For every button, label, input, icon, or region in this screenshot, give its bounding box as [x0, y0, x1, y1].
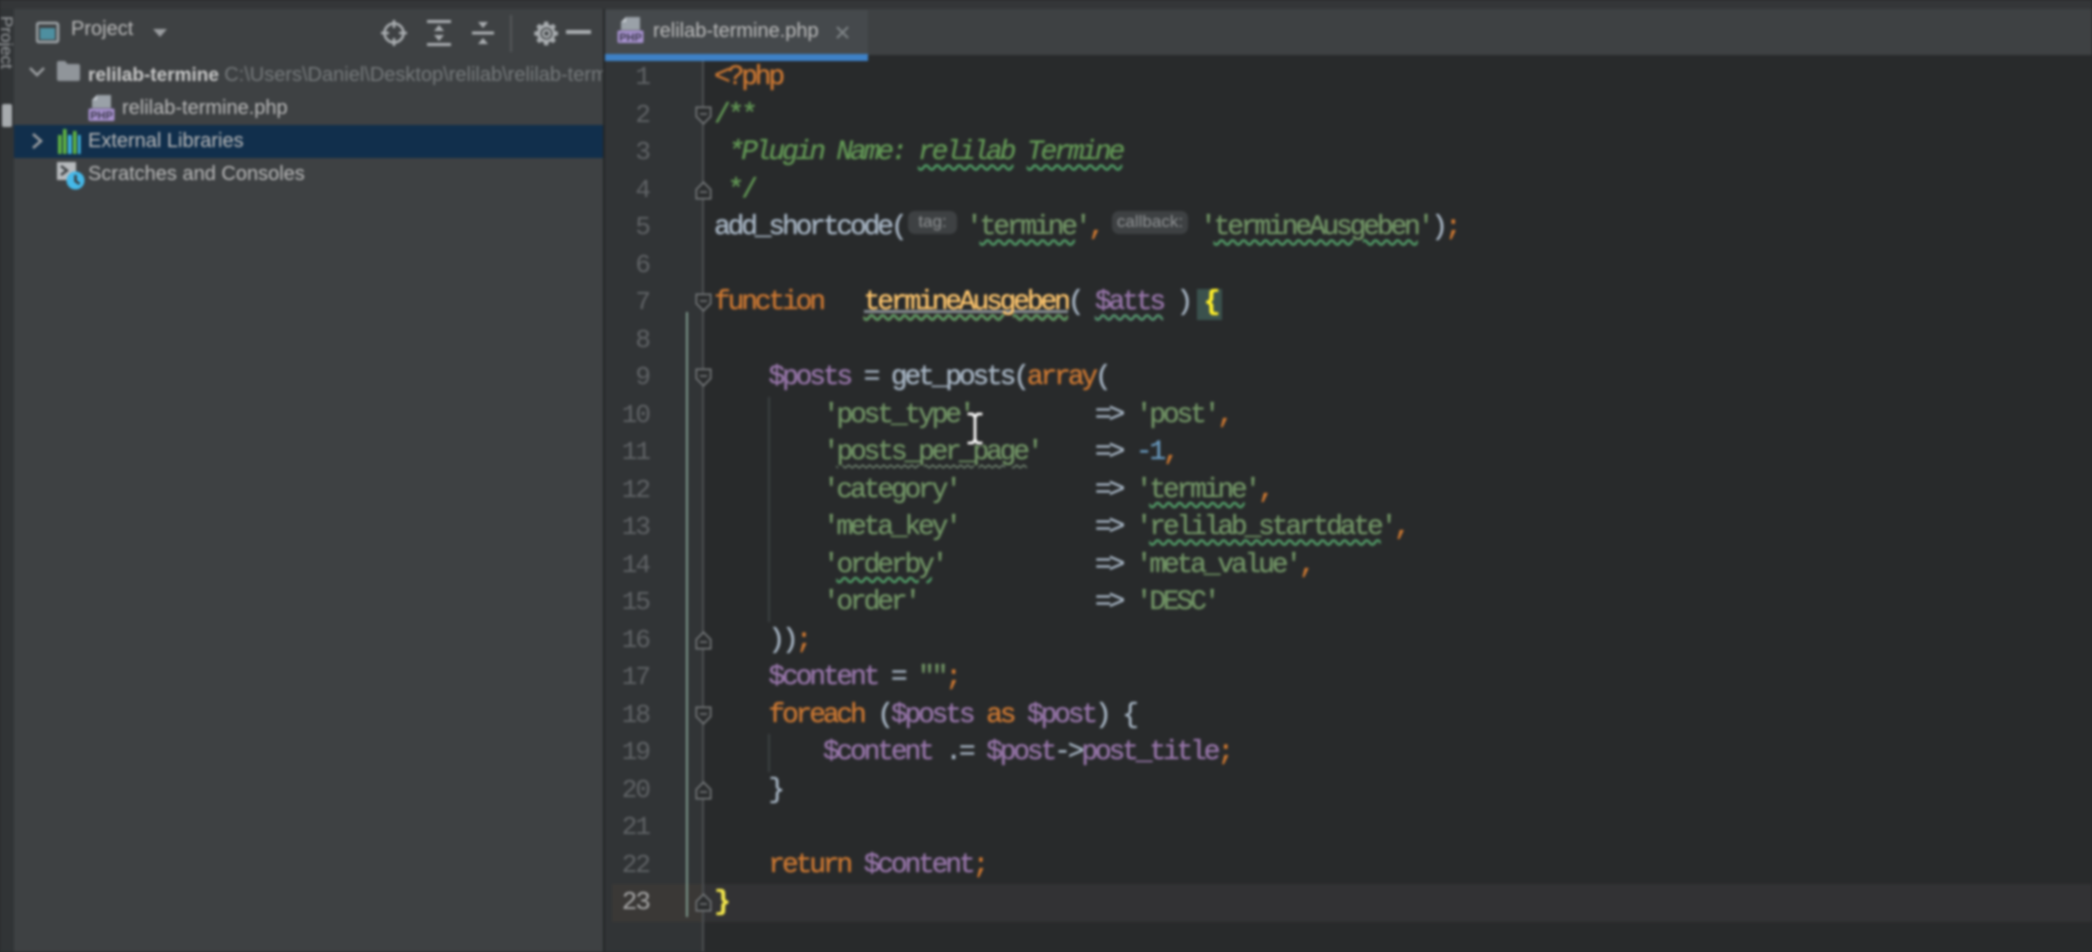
svg-text:PHP: PHP: [90, 110, 113, 122]
svg-text:PHP: PHP: [619, 32, 642, 44]
